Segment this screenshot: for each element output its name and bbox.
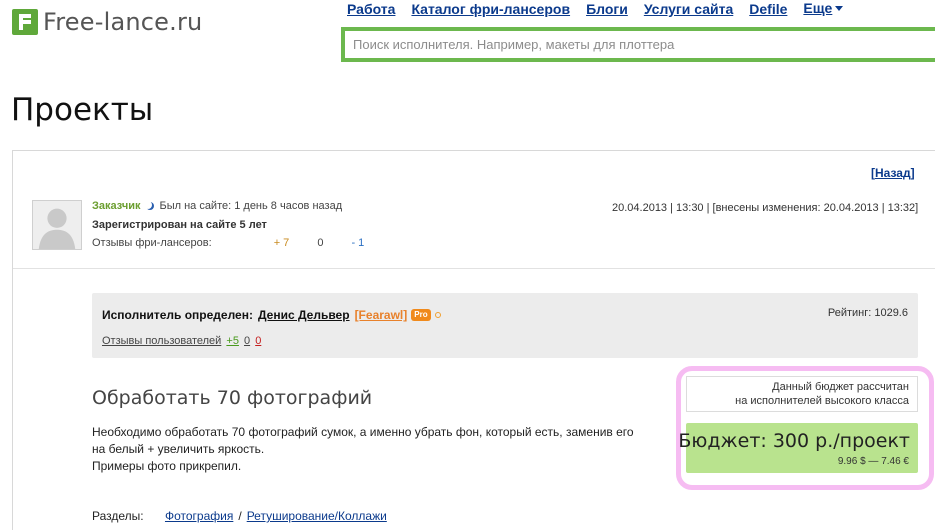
executor-reviews-link[interactable]: Отзывы пользователей (102, 335, 221, 347)
back-link[interactable]: [Назад] (871, 166, 915, 180)
description-line: на белый + увеличить яркость. (92, 442, 265, 456)
executor-label: Исполнитель определен: (102, 308, 253, 322)
customer-last-seen: Был на сайте: 1 день 8 часов назад (159, 200, 343, 212)
customer-reviews: Отзывы фри-лансеров: + 7 0 - 1 (92, 237, 364, 249)
nav-item-work[interactable]: Работа (347, 1, 395, 17)
search-input[interactable] (345, 31, 935, 58)
customer-avatar[interactable] (32, 200, 82, 250)
budget-note-line: Данный бюджет рассчитан (772, 381, 909, 393)
customer-registered: Зарегистрирован на сайте 5 лет (92, 219, 267, 231)
top-navigation: Работа Каталог фри-лансеров Блоги Услуги… (347, 0, 844, 18)
executor-box: Исполнитель определен: Денис Дельвер [Fe… (92, 293, 918, 358)
budget-note-line: на исполнителей высокого класса (735, 395, 909, 407)
budget-converted: 9.96 $ — 7.46 € (837, 456, 909, 467)
customer-reviews-label: Отзывы фри-лансеров: (92, 237, 212, 249)
customer-info: Заказчик Был на сайте: 1 день 8 часов на… (92, 200, 342, 212)
nav-item-blogs[interactable]: Блоги (586, 1, 628, 17)
project-description: Необходимо обработать 70 фотографий сумо… (92, 424, 682, 475)
customer-reviews-neutral[interactable]: 0 (317, 237, 323, 249)
project-sections: Разделы: Фотография / Ретуширование/Коллаж… (92, 509, 387, 523)
divider (13, 268, 935, 269)
budget-box: Бюджет: 300 р./проект 9.96 $ — 7.46 € (678, 423, 918, 473)
section-link-retouching[interactable]: Ретуширование/Коллажи (247, 509, 387, 523)
executor-name-link[interactable]: Денис Дельвер (258, 308, 350, 322)
sections-label: Разделы: (92, 509, 144, 523)
executor-reviews: Отзывы пользователей +5 0 0 (102, 335, 261, 347)
user-silhouette-icon (33, 201, 81, 249)
nav-item-defile[interactable]: Defile (749, 1, 787, 17)
page-title: Проекты (11, 92, 154, 128)
logo-text: Free-lance.ru (43, 8, 203, 36)
executor-login-link[interactable]: [Fearawl] (355, 308, 408, 322)
chevron-down-icon (835, 6, 844, 12)
customer-reviews-negative[interactable]: - 1 (351, 237, 364, 249)
site-logo[interactable]: Free-lance.ru (12, 8, 202, 36)
project-title: Обработать 70 фотографий (92, 387, 373, 409)
budget-amount: Бюджет: 300 р./проект (678, 430, 910, 452)
nav-item-freelancer-catalog[interactable]: Каталог фри-лансеров (411, 1, 570, 17)
budget-note: Данный бюджет рассчитан на исполнителей … (686, 376, 918, 412)
executor-reviews-neutral[interactable]: 0 (244, 335, 250, 347)
search-bar (341, 27, 935, 62)
online-status-icon (434, 312, 441, 318)
section-link-photography[interactable]: Фотография (165, 509, 233, 523)
customer-reviews-positive[interactable]: + 7 (274, 237, 290, 249)
section-separator: / (238, 509, 242, 523)
project-dates: 20.04.2013 | 13:30 | [внесены изменения:… (612, 202, 919, 214)
executor-rating: Рейтинг: 1029.6 (827, 307, 908, 319)
logo-f-icon (12, 9, 38, 35)
executor-reviews-positive[interactable]: +5 (226, 335, 239, 347)
description-line: Необходимо обработать 70 фотографий сумо… (92, 425, 634, 439)
nav-item-more-label[interactable]: Еще (803, 0, 832, 16)
offline-moon-icon (144, 201, 155, 210)
pro-badge[interactable]: Pro (411, 309, 431, 321)
description-line: Примеры фото прикрепил. (92, 459, 242, 473)
nav-item-more[interactable]: Еще (803, 0, 844, 18)
executor-reviews-negative[interactable]: 0 (255, 335, 261, 347)
executor-line: Исполнитель определен: Денис Дельвер [Fe… (102, 308, 441, 322)
customer-name[interactable]: Заказчик (92, 200, 140, 212)
nav-item-site-services[interactable]: Услуги сайта (644, 1, 733, 17)
